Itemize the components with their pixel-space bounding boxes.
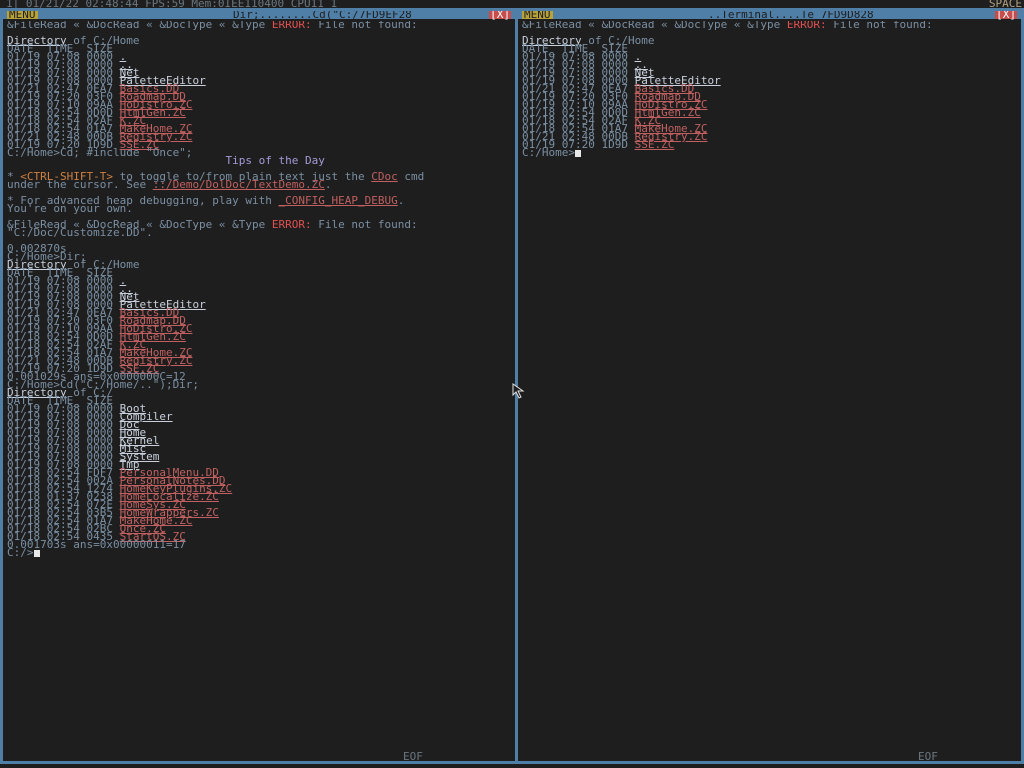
terminal-line: 0.001703s ans=0x00000011=17	[7, 539, 513, 550]
left-terminal-window[interactable]: MENU Dir;........Cd("C:/7FD9EF28 [X] &Fi…	[0, 8, 518, 764]
terminal-text: .	[397, 194, 405, 207]
terminal-text: ERROR:	[271, 218, 312, 231]
left-terminal-content[interactable]: &FileRead « &DocRead « &DocType « &Type …	[7, 21, 513, 753]
terminal-text: You're on your own.	[7, 202, 133, 215]
right-menu-button[interactable]: MENU	[522, 11, 553, 20]
right-window-titlebar[interactable]: MENU ..Terminal....Te 7FD9D828 [X]	[518, 8, 1021, 21]
system-status-text: 1| 01/21/22 02:48:44 FPS:59 Mem:0IEE1104…	[6, 0, 338, 10]
terminal-link[interactable]: _CONFIG_HEAP_DEBUG	[279, 194, 398, 207]
terminal-link[interactable]: ::/Demo/DolDoc/TextDemo.ZC	[153, 178, 325, 191]
space-indicator: SPACE	[988, 0, 1022, 10]
terminal-text: File not found:	[826, 21, 933, 31]
terminal-text: .	[324, 178, 332, 191]
terminal-text: Tips of the Day	[7, 154, 325, 167]
right-close-button[interactable]: [X]	[995, 11, 1017, 20]
terminal-text: File not found:	[311, 218, 418, 231]
terminal-text: C:/>	[7, 546, 34, 559]
terminal-text: ERROR:	[271, 21, 312, 31]
terminal-line: Tips of the Day	[7, 154, 513, 167]
right-terminal-content[interactable]: &FileRead « &DocRead « &DocType « &Type …	[522, 21, 1019, 753]
left-window-titlebar[interactable]: MENU Dir;........Cd("C:/7FD9EF28 [X]	[3, 8, 515, 21]
terminal-text: &FileRead « &DocRead « &DocType « &Type	[522, 21, 787, 31]
terminal-line: &FileRead « &DocRead « &DocType « &Type …	[7, 21, 513, 31]
terminal-link[interactable]: SSE.ZC	[635, 138, 675, 151]
system-status-bar: 1| 01/21/22 02:48:44 FPS:59 Mem:0IEE1104…	[0, 0, 1024, 10]
terminal-line: 01/19 07:20 1D9D SSE.ZC	[522, 138, 1019, 151]
terminal-text: cmd	[397, 170, 425, 183]
terminal-line: under the cursor. See ::/Demo/DolDoc/Tex…	[7, 178, 513, 191]
mouse-pointer-icon	[512, 383, 525, 399]
text-cursor	[33, 549, 40, 557]
terminal-text: File not found:	[311, 21, 418, 31]
right-window-title: ..Terminal....Te 7FD9D828	[708, 8, 874, 21]
terminal-text: ERROR:	[786, 21, 827, 31]
text-cursor	[574, 149, 581, 157]
terminal-text: under the cursor. See	[7, 178, 153, 191]
terminal-link[interactable]: CDoc	[371, 170, 398, 183]
left-eof-marker: EOF	[403, 750, 423, 763]
terminal-text: C:/Home>	[522, 146, 575, 159]
left-menu-button[interactable]: MENU	[7, 11, 38, 20]
terminal-text: "C:/Doc/Customize.DD".	[7, 226, 153, 239]
left-close-button[interactable]: [X]	[489, 11, 511, 20]
terminal-line: &FileRead « &DocRead « &DocType « &Type …	[522, 21, 1019, 31]
left-window-title: Dir;........Cd("C:/7FD9EF28	[233, 8, 412, 21]
right-eof-marker: EOF	[918, 750, 938, 763]
right-terminal-window[interactable]: MENU ..Terminal....Te 7FD9D828 [X] &File…	[518, 8, 1024, 764]
terminal-text: &FileRead « &DocRead « &DocType « &Type	[7, 21, 272, 31]
